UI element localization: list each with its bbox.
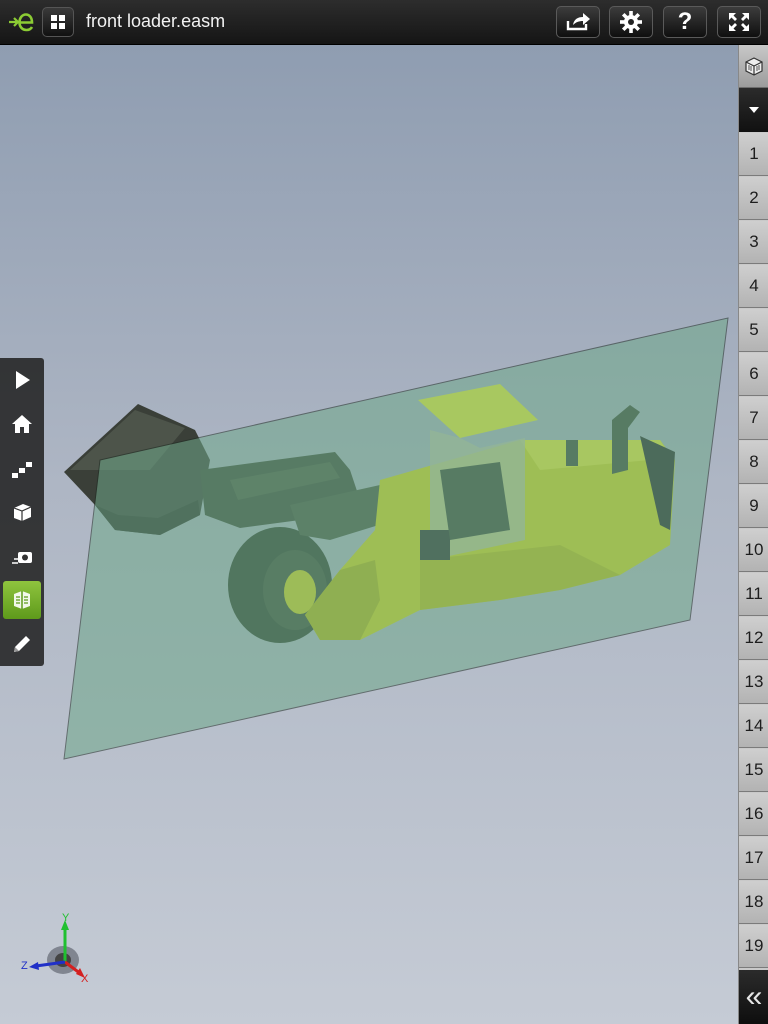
fullscreen-button[interactable] [717,6,761,38]
play-icon [16,371,30,389]
cube-icon [745,57,763,76]
camera-icon [12,552,32,564]
markup-button[interactable] [0,622,44,666]
step-item[interactable]: 3 [739,221,768,264]
steps-dropdown-button[interactable] [739,88,768,132]
stairs-icon [12,462,32,478]
step-item[interactable]: 16 [739,793,768,836]
step-item[interactable]: 1 [739,133,768,176]
apps-grid-button[interactable] [42,7,74,37]
step-item[interactable]: 9 [739,485,768,528]
step-item[interactable]: 14 [739,705,768,748]
step-item[interactable]: 4 [739,265,768,308]
front-loader-model[interactable] [0,45,738,1024]
y-axis-label: Y [62,912,70,924]
left-toolbar [0,358,44,666]
components-button[interactable] [0,490,44,534]
grid-icon [51,15,65,29]
step-item[interactable]: 10 [739,529,768,572]
step-item[interactable]: 2 [739,177,768,220]
step-item[interactable]: 6 [739,353,768,396]
top-toolbar: front loader.easm ? [0,0,768,45]
triangle-down-icon [749,107,759,113]
gear-icon [620,11,642,33]
section-button[interactable] [3,581,41,619]
pencil-icon [14,636,30,652]
share-button[interactable] [556,6,600,38]
section-icon [14,591,30,609]
home-icon [12,415,32,433]
document-title: front loader.easm [86,11,226,31]
section-plane[interactable] [63,317,729,760]
settings-button[interactable] [609,6,653,38]
step-item[interactable]: 12 [739,617,768,660]
x-axis-label: X [81,973,89,985]
step-item[interactable]: 19 [739,925,768,968]
share-icon [566,13,590,31]
step-item[interactable]: 17 [739,837,768,880]
model-views-button[interactable] [739,45,768,88]
step-item[interactable]: 11 [739,573,768,616]
box-icon [13,504,32,521]
question-icon: ? [677,8,693,35]
fullscreen-icon [729,13,749,31]
step-item[interactable]: 7 [739,397,768,440]
step-item[interactable]: 13 [739,661,768,704]
steps-rail: 1 2 3 4 5 6 7 8 9 10 11 12 13 14 15 16 17 18 19 « [738,45,768,1024]
edrawings-logo-icon[interactable] [8,9,36,35]
step-item[interactable]: 5 [739,309,768,352]
views-button[interactable] [0,534,44,578]
help-button[interactable]: ? [663,6,707,38]
collapse-rail-button[interactable]: « [739,970,768,1024]
step-item[interactable]: 15 [739,749,768,792]
step-item[interactable]: 8 [739,441,768,484]
orientation-triad: Y X Z [18,910,98,990]
play-button[interactable] [0,358,44,402]
explode-button[interactable] [0,446,44,490]
3d-viewport[interactable] [0,45,738,1024]
z-axis-label: Z [21,960,28,972]
home-button[interactable] [0,402,44,446]
step-item[interactable]: 18 [739,881,768,924]
